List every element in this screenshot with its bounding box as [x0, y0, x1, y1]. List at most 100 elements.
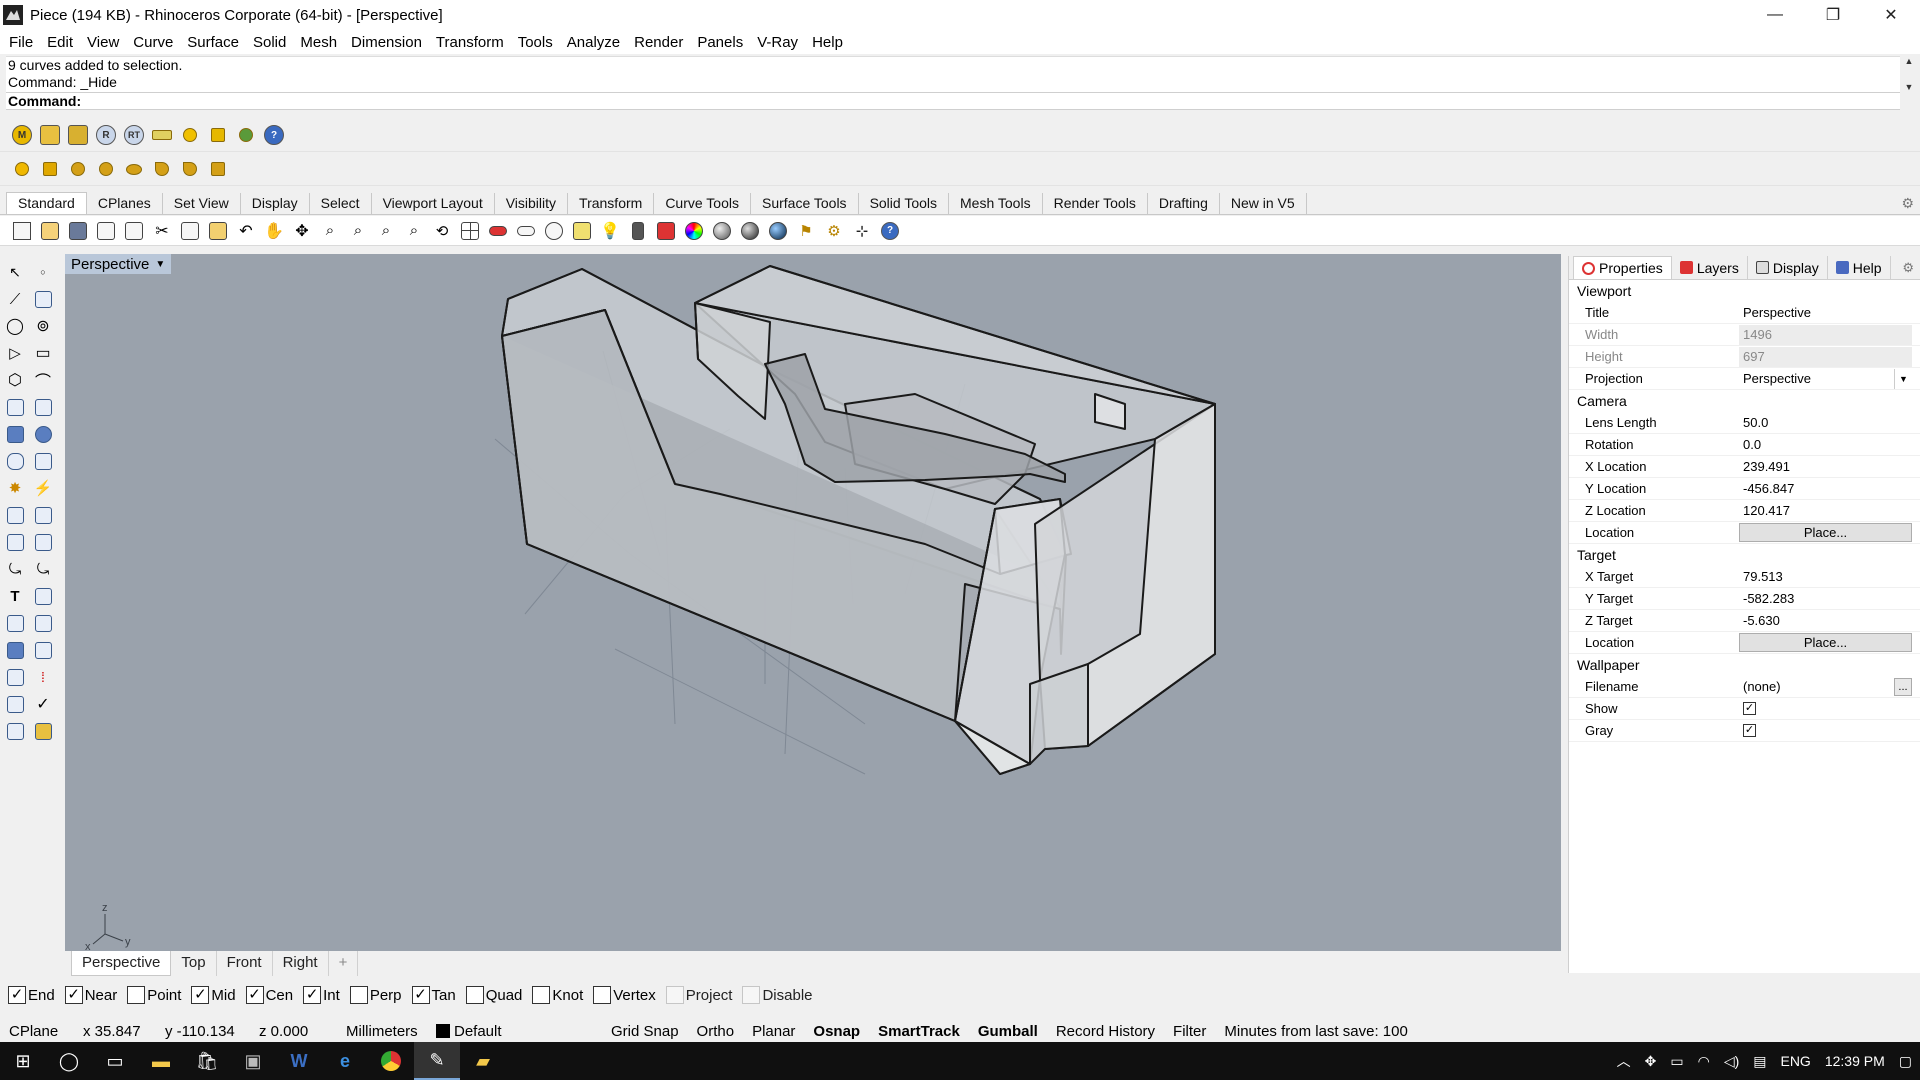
fillet-curve-icon[interactable]: ⌒: [32, 369, 54, 391]
render-tool-icon[interactable]: [4, 720, 26, 742]
ungroup-icon[interactable]: [32, 531, 54, 553]
lens-length-field[interactable]: 50.0: [1739, 413, 1912, 433]
model-wireframe[interactable]: z y x: [65, 254, 1561, 951]
app-icon[interactable]: ▣: [230, 1042, 276, 1080]
measure-icon[interactable]: ⁞: [32, 666, 54, 688]
lightbulb-icon[interactable]: 💡: [598, 219, 622, 243]
cylinder-icon[interactable]: [4, 450, 26, 472]
battery-icon[interactable]: ▭: [1670, 1053, 1683, 1070]
chevron-down-icon[interactable]: ▼: [1894, 368, 1912, 389]
language-indicator[interactable]: ENG: [1780, 1053, 1810, 1069]
ellipse-icon[interactable]: ⊚: [32, 315, 54, 337]
osnap-int-checkbox[interactable]: ✓: [303, 986, 322, 1004]
planar-toggle[interactable]: Planar: [743, 1023, 804, 1040]
sphere-light-icon[interactable]: [66, 157, 90, 181]
osnap-quad[interactable]: Quad: [465, 986, 522, 1004]
target-place-button[interactable]: Place...: [1739, 633, 1912, 652]
vray-tag-icon[interactable]: [38, 123, 62, 147]
check-icon[interactable]: ✓: [32, 693, 54, 715]
polyline-icon[interactable]: ⟋: [4, 288, 26, 310]
tab-select[interactable]: Select: [310, 193, 372, 214]
tab-surface-tools[interactable]: Surface Tools: [751, 193, 859, 214]
tab-help[interactable]: Help: [1828, 256, 1891, 279]
tab-set-view[interactable]: Set View: [163, 193, 241, 214]
osnap-perp[interactable]: Perp: [349, 986, 402, 1004]
file-explorer-icon[interactable]: ▬: [138, 1042, 184, 1080]
menu-edit[interactable]: Edit: [40, 34, 80, 51]
menu-file[interactable]: File: [2, 34, 40, 51]
show-checkbox[interactable]: ✓: [1743, 702, 1756, 715]
render-blue-icon[interactable]: [766, 219, 790, 243]
paste-icon[interactable]: [206, 219, 230, 243]
osnap-toggle[interactable]: Osnap: [804, 1023, 869, 1040]
gear-icon[interactable]: ⚙: [1901, 195, 1914, 212]
x-location-field[interactable]: 239.491: [1739, 457, 1912, 477]
units-indicator[interactable]: Millimeters: [337, 1023, 427, 1040]
analyze-icon[interactable]: [4, 693, 26, 715]
z-target-field[interactable]: -5.630: [1739, 611, 1912, 631]
help-icon[interactable]: ?: [878, 219, 902, 243]
grid-snap-toggle[interactable]: Grid Snap: [602, 1023, 688, 1040]
menu-dimension[interactable]: Dimension: [344, 34, 429, 51]
gumball-toggle[interactable]: Gumball: [969, 1023, 1047, 1040]
tab-transform[interactable]: Transform: [568, 193, 655, 214]
projection-select[interactable]: Perspective ▼: [1739, 368, 1912, 389]
action-center-icon[interactable]: ▢: [1899, 1053, 1912, 1070]
vray-rt-icon[interactable]: RT: [122, 123, 146, 147]
print-icon[interactable]: [94, 219, 118, 243]
menu-vray[interactable]: V-Ray: [750, 34, 805, 51]
filter-toggle[interactable]: Filter: [1164, 1023, 1215, 1040]
four-viewports-icon[interactable]: [458, 219, 482, 243]
add-viewport-icon[interactable]: +: [329, 951, 359, 976]
record-history-toggle[interactable]: Record History: [1047, 1023, 1164, 1040]
osnap-near[interactable]: ✓ Near: [64, 986, 117, 1004]
menu-transform[interactable]: Transform: [429, 34, 511, 51]
task-view-icon[interactable]: ▭: [92, 1042, 138, 1080]
osnap-project-checkbox[interactable]: [665, 986, 684, 1004]
vray-fur-icon[interactable]: [234, 123, 258, 147]
undo-view-icon[interactable]: ⟲: [430, 219, 454, 243]
directional-light-icon[interactable]: [206, 157, 230, 181]
arc-icon[interactable]: ▷: [4, 342, 26, 364]
material-sphere-icon[interactable]: [710, 219, 734, 243]
copy-icon[interactable]: [178, 219, 202, 243]
grid-array-icon[interactable]: [4, 666, 26, 688]
osnap-end-checkbox[interactable]: ✓: [8, 986, 26, 1004]
join-icon[interactable]: [32, 504, 54, 526]
osnap-vertex-checkbox[interactable]: [593, 986, 612, 1004]
notification-icon[interactable]: ▤: [1753, 1053, 1766, 1070]
menu-view[interactable]: View: [80, 34, 126, 51]
explode-icon[interactable]: ✸: [4, 477, 26, 499]
render-sphere-icon[interactable]: [738, 219, 762, 243]
rotation-field[interactable]: 0.0: [1739, 435, 1912, 455]
title-field[interactable]: Perspective: [1739, 303, 1912, 323]
scroll-up-icon[interactable]: ▲: [1905, 56, 1914, 66]
osnap-mid[interactable]: ✓ Mid: [191, 986, 236, 1004]
osnap-cen[interactable]: ✓ Cen: [245, 986, 293, 1004]
windows-start-icon[interactable]: ⊞: [0, 1042, 46, 1080]
tray-chevron-icon[interactable]: ︿: [1617, 1051, 1631, 1071]
browse-button[interactable]: ...: [1894, 677, 1912, 696]
mesh-light-icon[interactable]: [122, 157, 146, 181]
select-arrow-icon[interactable]: ↖: [4, 261, 26, 283]
dimension-icon[interactable]: ⊹: [850, 219, 874, 243]
split-icon[interactable]: [4, 504, 26, 526]
dimension-tool-icon[interactable]: [32, 639, 54, 661]
osnap-int[interactable]: ✓ Int: [303, 986, 340, 1004]
mirror-icon[interactable]: [32, 612, 54, 634]
x-target-field[interactable]: 79.513: [1739, 567, 1912, 587]
rect-light-icon[interactable]: [38, 157, 62, 181]
tab-render-tools[interactable]: Render Tools: [1043, 193, 1148, 214]
tab-properties[interactable]: Properties: [1573, 256, 1672, 279]
box-icon[interactable]: [4, 423, 26, 445]
extrude-surface-icon[interactable]: [32, 396, 54, 418]
restore-button[interactable]: ❐: [1804, 0, 1862, 30]
move-icon[interactable]: [32, 585, 54, 607]
menu-help[interactable]: Help: [805, 34, 850, 51]
search-icon[interactable]: ◯: [46, 1042, 92, 1080]
smarttrack-toggle[interactable]: SmartTrack: [869, 1023, 969, 1040]
current-layer[interactable]: Default: [427, 1023, 602, 1040]
folder-icon[interactable]: ▰: [460, 1042, 506, 1080]
surface-from-points-icon[interactable]: [4, 396, 26, 418]
mesh-icon[interactable]: [32, 450, 54, 472]
